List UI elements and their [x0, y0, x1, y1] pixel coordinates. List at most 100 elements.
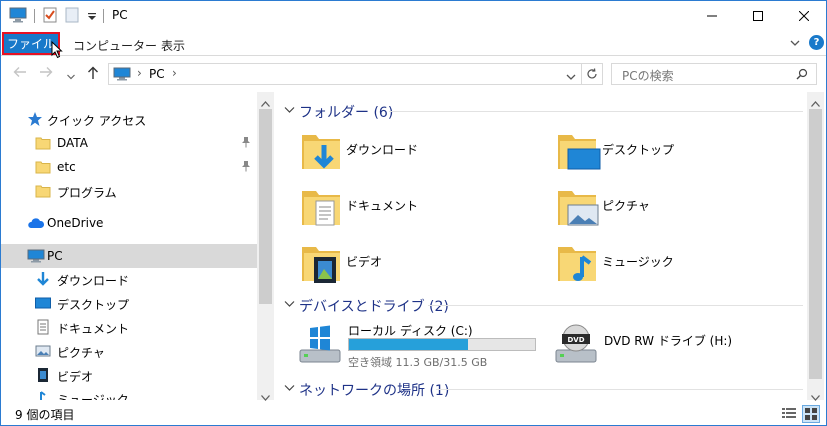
nav-item-data[interactable]: DATA	[1, 131, 258, 155]
nav-pc[interactable]: PC	[1, 244, 258, 268]
pc-icon	[27, 248, 45, 264]
expand-ribbon-icon[interactable]	[790, 37, 800, 51]
navigation-pane: クイック アクセス DATA etc プログラム OneDrive PC ダウン…	[1, 92, 274, 401]
chevron-down-icon	[284, 382, 295, 396]
folder-tile-videos[interactable]: ビデオ	[300, 239, 540, 287]
nav-item-program[interactable]: プログラム	[1, 179, 258, 203]
group-header-network[interactable]: ネットワークの場所 (1)	[276, 378, 804, 400]
drive-usage-fill	[349, 339, 469, 350]
group-divider	[436, 389, 803, 390]
documents-folder-icon	[300, 183, 348, 231]
scroll-down-icon[interactable]	[261, 390, 270, 404]
breadcrumb-chevron-icon[interactable]: ›	[172, 66, 177, 80]
large-icons-view-icon[interactable]	[802, 405, 820, 423]
scroll-down-icon[interactable]	[811, 390, 820, 404]
tile-label: ミュージック	[602, 255, 674, 269]
nav-quick-access[interactable]: クイック アクセス	[1, 107, 258, 131]
scrollbar-thumb[interactable]	[809, 109, 822, 379]
nav-item-etc[interactable]: etc	[1, 155, 258, 179]
tile-label: デスクトップ	[602, 143, 675, 157]
navpane-scrollbar[interactable]	[257, 92, 274, 401]
refresh-icon	[586, 68, 597, 79]
nav-item-pictures[interactable]: ピクチャ	[1, 339, 258, 363]
details-view-icon[interactable]	[782, 407, 796, 422]
download-icon	[35, 271, 51, 287]
folder-tile-pictures[interactable]: ピクチャ	[556, 183, 796, 231]
nav-label: etc	[57, 160, 76, 174]
nav-label: ダウンロード	[57, 274, 130, 288]
breadcrumb-chevron-icon[interactable]: ›	[137, 66, 142, 80]
chevron-down-icon	[284, 104, 295, 118]
tab-view[interactable]: 表示	[161, 37, 185, 54]
ribbon-tabs: ファイル コンピューター 表示 ?	[1, 31, 826, 56]
drive-name: DVD RW ドライブ (H:)	[604, 334, 733, 348]
nav-item-documents[interactable]: ドキュメント	[1, 315, 258, 339]
address-dropdown-icon[interactable]	[566, 70, 576, 84]
group-header-folders[interactable]: フォルダー (6)	[276, 100, 804, 122]
download-folder-icon	[300, 127, 348, 175]
pin-icon[interactable]	[241, 136, 251, 151]
tile-label: ダウンロード	[346, 143, 419, 157]
folder-tile-music[interactable]: ミュージック	[556, 239, 796, 287]
nav-item-desktop[interactable]: デスクトップ	[1, 291, 258, 315]
drive-tile-dvd[interactable]: DVD DVD RW ドライブ (H:)	[552, 318, 802, 374]
customize-toolbar-icon[interactable]	[87, 11, 97, 29]
folder-tile-documents[interactable]: ドキュメント	[300, 183, 540, 231]
drive-free-space: 空き領域 11.3 GB/31.5 GB	[348, 356, 488, 369]
tile-label: ドキュメント	[346, 199, 419, 213]
recent-locations-icon[interactable]	[67, 69, 75, 83]
nav-item-downloads[interactable]: ダウンロード	[1, 267, 258, 291]
properties-icon[interactable]	[43, 7, 57, 25]
music-folder-icon	[556, 239, 604, 287]
forward-arrow-icon[interactable]	[39, 66, 53, 81]
close-button[interactable]	[781, 1, 827, 31]
nav-onedrive[interactable]: OneDrive	[1, 211, 258, 235]
title-separator	[103, 9, 104, 23]
content-scrollbar[interactable]	[807, 92, 824, 401]
folder-icon	[35, 183, 51, 199]
folder-tile-downloads[interactable]: ダウンロード	[300, 127, 540, 175]
tile-label: ビデオ	[346, 255, 383, 269]
videos-folder-icon	[300, 239, 348, 287]
quick-access-separator	[34, 9, 35, 23]
nav-label: クイック アクセス	[47, 114, 147, 128]
video-icon	[35, 367, 51, 383]
item-count: 9 個の項目	[15, 408, 75, 422]
search-placeholder: PCの検索	[622, 69, 674, 83]
nav-item-music[interactable]: ミュージック	[1, 386, 258, 400]
dvd-drive-icon: DVD	[552, 322, 600, 370]
search-icon[interactable]	[796, 68, 808, 83]
scrollbar-thumb[interactable]	[259, 109, 272, 304]
folder-icon	[35, 135, 51, 151]
address-bar[interactable]: › PC ›	[108, 63, 582, 85]
pc-icon	[113, 67, 131, 84]
group-divider	[428, 305, 803, 306]
folder-tile-desktop[interactable]: デスクトップ	[556, 127, 796, 175]
new-folder-icon[interactable]	[65, 7, 79, 25]
minimize-button[interactable]	[689, 1, 735, 31]
nav-label: OneDrive	[47, 216, 104, 230]
nav-item-videos[interactable]: ビデオ	[1, 363, 258, 387]
document-icon	[35, 319, 51, 335]
up-arrow-icon[interactable]	[87, 66, 99, 83]
group-title: フォルダー (6)	[299, 105, 394, 121]
group-header-devices[interactable]: デバイスとドライブ (2)	[276, 294, 804, 316]
breadcrumb-pc[interactable]: PC	[149, 67, 165, 81]
search-input[interactable]: PCの検索	[611, 63, 817, 85]
scroll-up-icon[interactable]	[261, 96, 270, 110]
window-title: PC	[112, 8, 128, 22]
desktop-icon	[35, 295, 51, 311]
pin-icon[interactable]	[241, 160, 251, 175]
pictures-icon	[35, 343, 51, 359]
content-pane: フォルダー (6) ダウンロード デスクトップ ドキュメント ピクチャ ビデオ …	[276, 92, 826, 401]
nav-label: ビデオ	[57, 370, 94, 384]
help-icon[interactable]: ?	[809, 35, 824, 50]
refresh-button[interactable]	[581, 63, 603, 85]
back-arrow-icon[interactable]	[13, 66, 27, 81]
scroll-up-icon[interactable]	[811, 96, 820, 110]
maximize-button[interactable]	[735, 1, 781, 31]
group-divider	[389, 111, 803, 112]
drive-usage-bar	[348, 338, 536, 351]
drive-tile-c[interactable]: ローカル ディスク (C:) 空き領域 11.3 GB/31.5 GB	[296, 318, 546, 374]
tab-computer[interactable]: コンピューター	[73, 37, 157, 54]
